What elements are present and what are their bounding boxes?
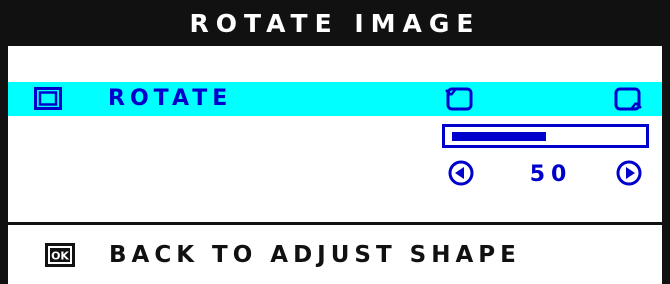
rotate-screen-icon: [34, 87, 62, 110]
arrow-right-icon[interactable]: [616, 160, 642, 186]
arrow-left-icon[interactable]: [448, 160, 474, 186]
rotation-slider[interactable]: [442, 124, 649, 148]
back-to-adjust-shape-item[interactable]: OK BACK TO ADJUST SHAPE: [8, 226, 662, 284]
divider: [8, 222, 662, 225]
svg-text:OK: OK: [51, 250, 69, 263]
rotate-menu-item[interactable]: ROTATE: [8, 82, 662, 116]
menu-title: ROTATE IMAGE: [189, 8, 481, 38]
rotate-counterclockwise-icon[interactable]: [445, 86, 473, 112]
rotate-label: ROTATE: [108, 86, 233, 111]
osd-menu: ROTATE IMAGE ROTATE 50 OK BACK TO ADJUST…: [0, 0, 670, 284]
rotation-value: 50: [529, 162, 573, 187]
slider-fill: [452, 132, 546, 141]
back-label: BACK TO ADJUST SHAPE: [109, 242, 521, 268]
title-bar: ROTATE IMAGE: [8, 0, 662, 46]
rotate-clockwise-icon[interactable]: [614, 86, 642, 112]
ok-button-icon: OK: [45, 243, 75, 267]
